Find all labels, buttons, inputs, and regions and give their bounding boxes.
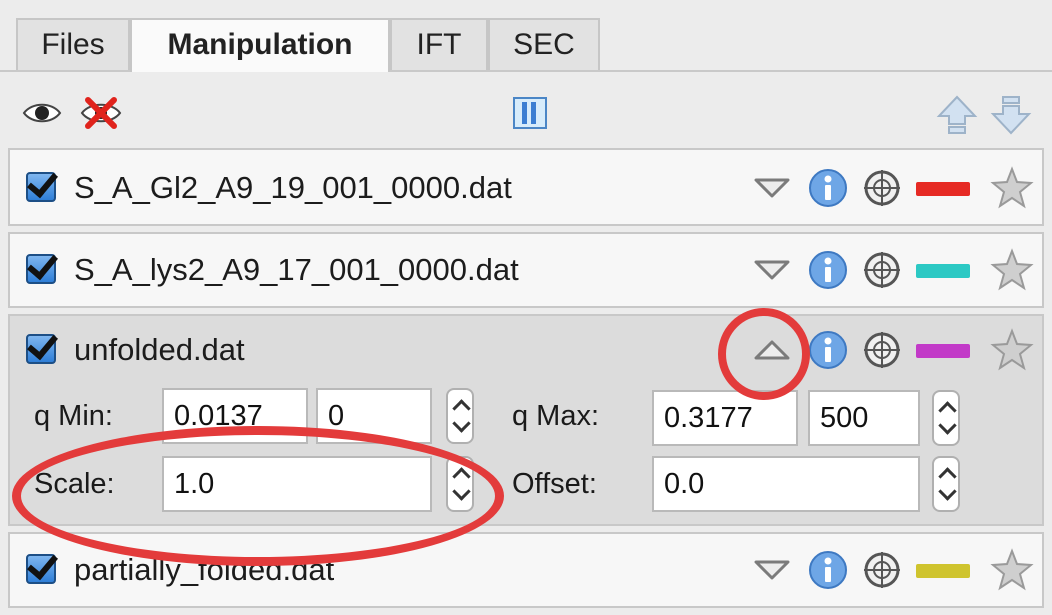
scale-label: Scale: — [34, 468, 115, 500]
list-item: S_A_lys2_A9_17_001_0000.dat — [8, 232, 1044, 308]
tab-bar: Files Manipulation IFT SEC — [0, 0, 1052, 72]
tab-sec[interactable]: SEC — [488, 18, 600, 70]
item-filename: S_A_lys2_A9_17_001_0000.dat — [74, 252, 519, 287]
item-show-checkbox[interactable] — [26, 172, 56, 202]
expand-triangle-icon[interactable] — [752, 258, 792, 282]
star-icon[interactable] — [990, 166, 1034, 210]
item-filename: partially_folded.dat — [74, 552, 335, 587]
star-icon[interactable] — [990, 328, 1034, 372]
line-color-swatch[interactable] — [916, 564, 970, 578]
manipulation-item-list: S_A_Gl2_A9_19_001_0000.dat S_A_lys2_A9_1… — [8, 148, 1044, 615]
arrow-down-icon[interactable] — [990, 94, 1032, 136]
target-icon[interactable] — [862, 550, 902, 590]
expand-triangle-icon[interactable] — [752, 176, 792, 200]
item-filename: unfolded.dat — [74, 332, 245, 367]
qmax-value-field[interactable]: 0.3177 — [652, 390, 798, 446]
info-icon[interactable] — [808, 330, 848, 370]
qmax-index-field[interactable]: 500 — [808, 390, 920, 446]
eye-crossed-icon[interactable] — [80, 96, 122, 130]
qmin-stepper[interactable] — [446, 388, 474, 444]
info-icon[interactable] — [808, 250, 848, 290]
item-show-checkbox[interactable] — [26, 554, 56, 584]
qmax-label: q Max: — [512, 400, 600, 432]
target-icon[interactable] — [862, 330, 902, 370]
line-color-swatch[interactable] — [916, 264, 970, 278]
tab-files[interactable]: Files — [16, 18, 130, 70]
line-color-swatch[interactable] — [916, 182, 970, 196]
scale-stepper[interactable] — [446, 456, 474, 512]
arrow-up-icon[interactable] — [936, 94, 978, 136]
toolbar — [0, 72, 1052, 148]
offset-stepper[interactable] — [932, 456, 960, 512]
target-icon[interactable] — [862, 250, 902, 290]
info-icon[interactable] — [808, 168, 848, 208]
qmin-value-field[interactable]: 0.0137 — [162, 388, 308, 444]
line-color-swatch[interactable] — [916, 344, 970, 358]
star-icon[interactable] — [990, 248, 1034, 292]
list-item-expanded: unfolded.dat q Min: 0.0137 0 q Max: 0.31… — [8, 314, 1044, 526]
tab-ift[interactable]: IFT — [390, 18, 488, 70]
columns-icon[interactable] — [512, 96, 548, 130]
list-item: partially_folded.dat — [8, 532, 1044, 608]
qmin-index-field[interactable]: 0 — [316, 388, 432, 444]
target-icon[interactable] — [862, 168, 902, 208]
eye-icon[interactable] — [22, 100, 62, 126]
tab-manipulation[interactable]: Manipulation — [130, 18, 390, 72]
offset-label: Offset: — [512, 468, 597, 500]
collapse-triangle-icon[interactable] — [752, 338, 792, 362]
list-item: S_A_Gl2_A9_19_001_0000.dat — [8, 148, 1044, 226]
offset-field[interactable]: 0.0 — [652, 456, 920, 512]
item-show-checkbox[interactable] — [26, 254, 56, 284]
scale-field[interactable]: 1.0 — [162, 456, 432, 512]
qmin-label: q Min: — [34, 400, 113, 432]
expand-triangle-icon[interactable] — [752, 558, 792, 582]
qmax-stepper[interactable] — [932, 390, 960, 446]
item-show-checkbox[interactable] — [26, 334, 56, 364]
star-icon[interactable] — [990, 548, 1034, 592]
info-icon[interactable] — [808, 550, 848, 590]
item-filename: S_A_Gl2_A9_19_001_0000.dat — [74, 170, 512, 205]
